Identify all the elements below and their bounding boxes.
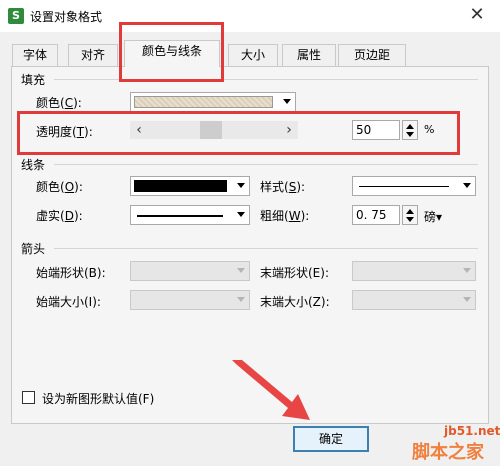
line-color-label: 颜色(O): — [36, 180, 83, 194]
line-color-swatch — [134, 180, 227, 192]
watermark-name: 脚本之家 — [412, 442, 484, 463]
line-section-label: 线条 — [21, 158, 46, 172]
chevron-down-icon — [237, 268, 245, 273]
spin-down-icon[interactable] — [406, 132, 414, 137]
annotation-arrow-icon — [232, 360, 310, 420]
fill-color-label: 颜色(C): — [36, 96, 82, 110]
app-icon: S — [8, 8, 24, 24]
chevron-down-icon — [463, 183, 471, 188]
end-size-dropdown[interactable] — [352, 290, 476, 310]
dash-dropdown[interactable] — [130, 205, 250, 225]
begin-size-label: 始端大小(I): — [36, 295, 101, 309]
arrows-divider — [54, 248, 478, 249]
tab-colors-and-lines[interactable]: 颜色与线条 — [124, 40, 220, 67]
begin-style-label: 始端形状(B): — [36, 266, 106, 280]
transparency-input[interactable]: 50 — [352, 120, 400, 140]
begin-style-dropdown[interactable] — [130, 261, 250, 281]
watermark-site: jb51.net — [444, 424, 500, 438]
default-checkbox[interactable] — [22, 391, 35, 404]
transparency-slider[interactable]: ‹ › — [130, 121, 298, 139]
weight-label: 粗细(W): — [260, 209, 310, 223]
slider-thumb[interactable] — [200, 121, 222, 139]
line-style-dropdown[interactable] — [352, 176, 476, 196]
window-title: 设置对象格式 — [30, 10, 103, 24]
dash-label: 虚实(D): — [36, 209, 83, 223]
line-style-label: 样式(S): — [260, 180, 306, 194]
begin-size-dropdown[interactable] — [130, 290, 250, 310]
tab-font[interactable]: 字体 — [12, 44, 58, 66]
weight-input[interactable]: 0. 75 — [352, 205, 400, 225]
chevron-down-icon — [237, 183, 245, 188]
end-size-label: 末端大小(Z): — [260, 295, 330, 309]
close-icon[interactable]: ✕ — [466, 4, 488, 26]
spin-up-icon[interactable] — [406, 209, 414, 214]
chevron-left-icon[interactable]: ‹ — [130, 121, 148, 139]
chevron-right-icon[interactable]: › — [280, 121, 298, 139]
chevron-down-icon — [283, 99, 291, 104]
tab-size[interactable]: 大小 — [228, 44, 278, 66]
tab-alignment[interactable]: 对齐 — [68, 44, 118, 66]
dash-preview — [137, 215, 223, 217]
chevron-down-icon — [463, 297, 471, 302]
line-color-dropdown[interactable] — [130, 176, 250, 196]
default-checkbox-label: 设为新图形默认值(F) — [42, 392, 155, 406]
tab-margins[interactable]: 页边距 — [338, 44, 406, 66]
end-style-label: 末端形状(E): — [260, 266, 329, 280]
line-divider — [54, 164, 478, 165]
line-style-preview — [359, 186, 449, 187]
spin-down-icon[interactable] — [406, 217, 414, 222]
fill-color-dropdown[interactable] — [130, 92, 296, 112]
transparency-unit: % — [424, 123, 435, 136]
fill-section-label: 填充 — [21, 73, 46, 87]
transparency-spinner[interactable] — [402, 120, 418, 140]
fill-color-swatch — [134, 96, 273, 108]
weight-spinner[interactable] — [402, 205, 418, 225]
fill-divider — [54, 79, 478, 80]
weight-unit-dropdown[interactable]: 磅▾ — [424, 208, 442, 225]
end-style-dropdown[interactable] — [352, 261, 476, 281]
spin-up-icon[interactable] — [406, 124, 414, 129]
chevron-down-icon — [463, 268, 471, 273]
chevron-down-icon — [237, 212, 245, 217]
chevron-down-icon — [237, 297, 245, 302]
arrows-section-label: 箭头 — [21, 242, 46, 256]
ok-button[interactable]: 确定 — [293, 426, 369, 452]
tab-properties[interactable]: 属性 — [282, 44, 336, 66]
transparency-label: 透明度(T): — [36, 125, 93, 139]
